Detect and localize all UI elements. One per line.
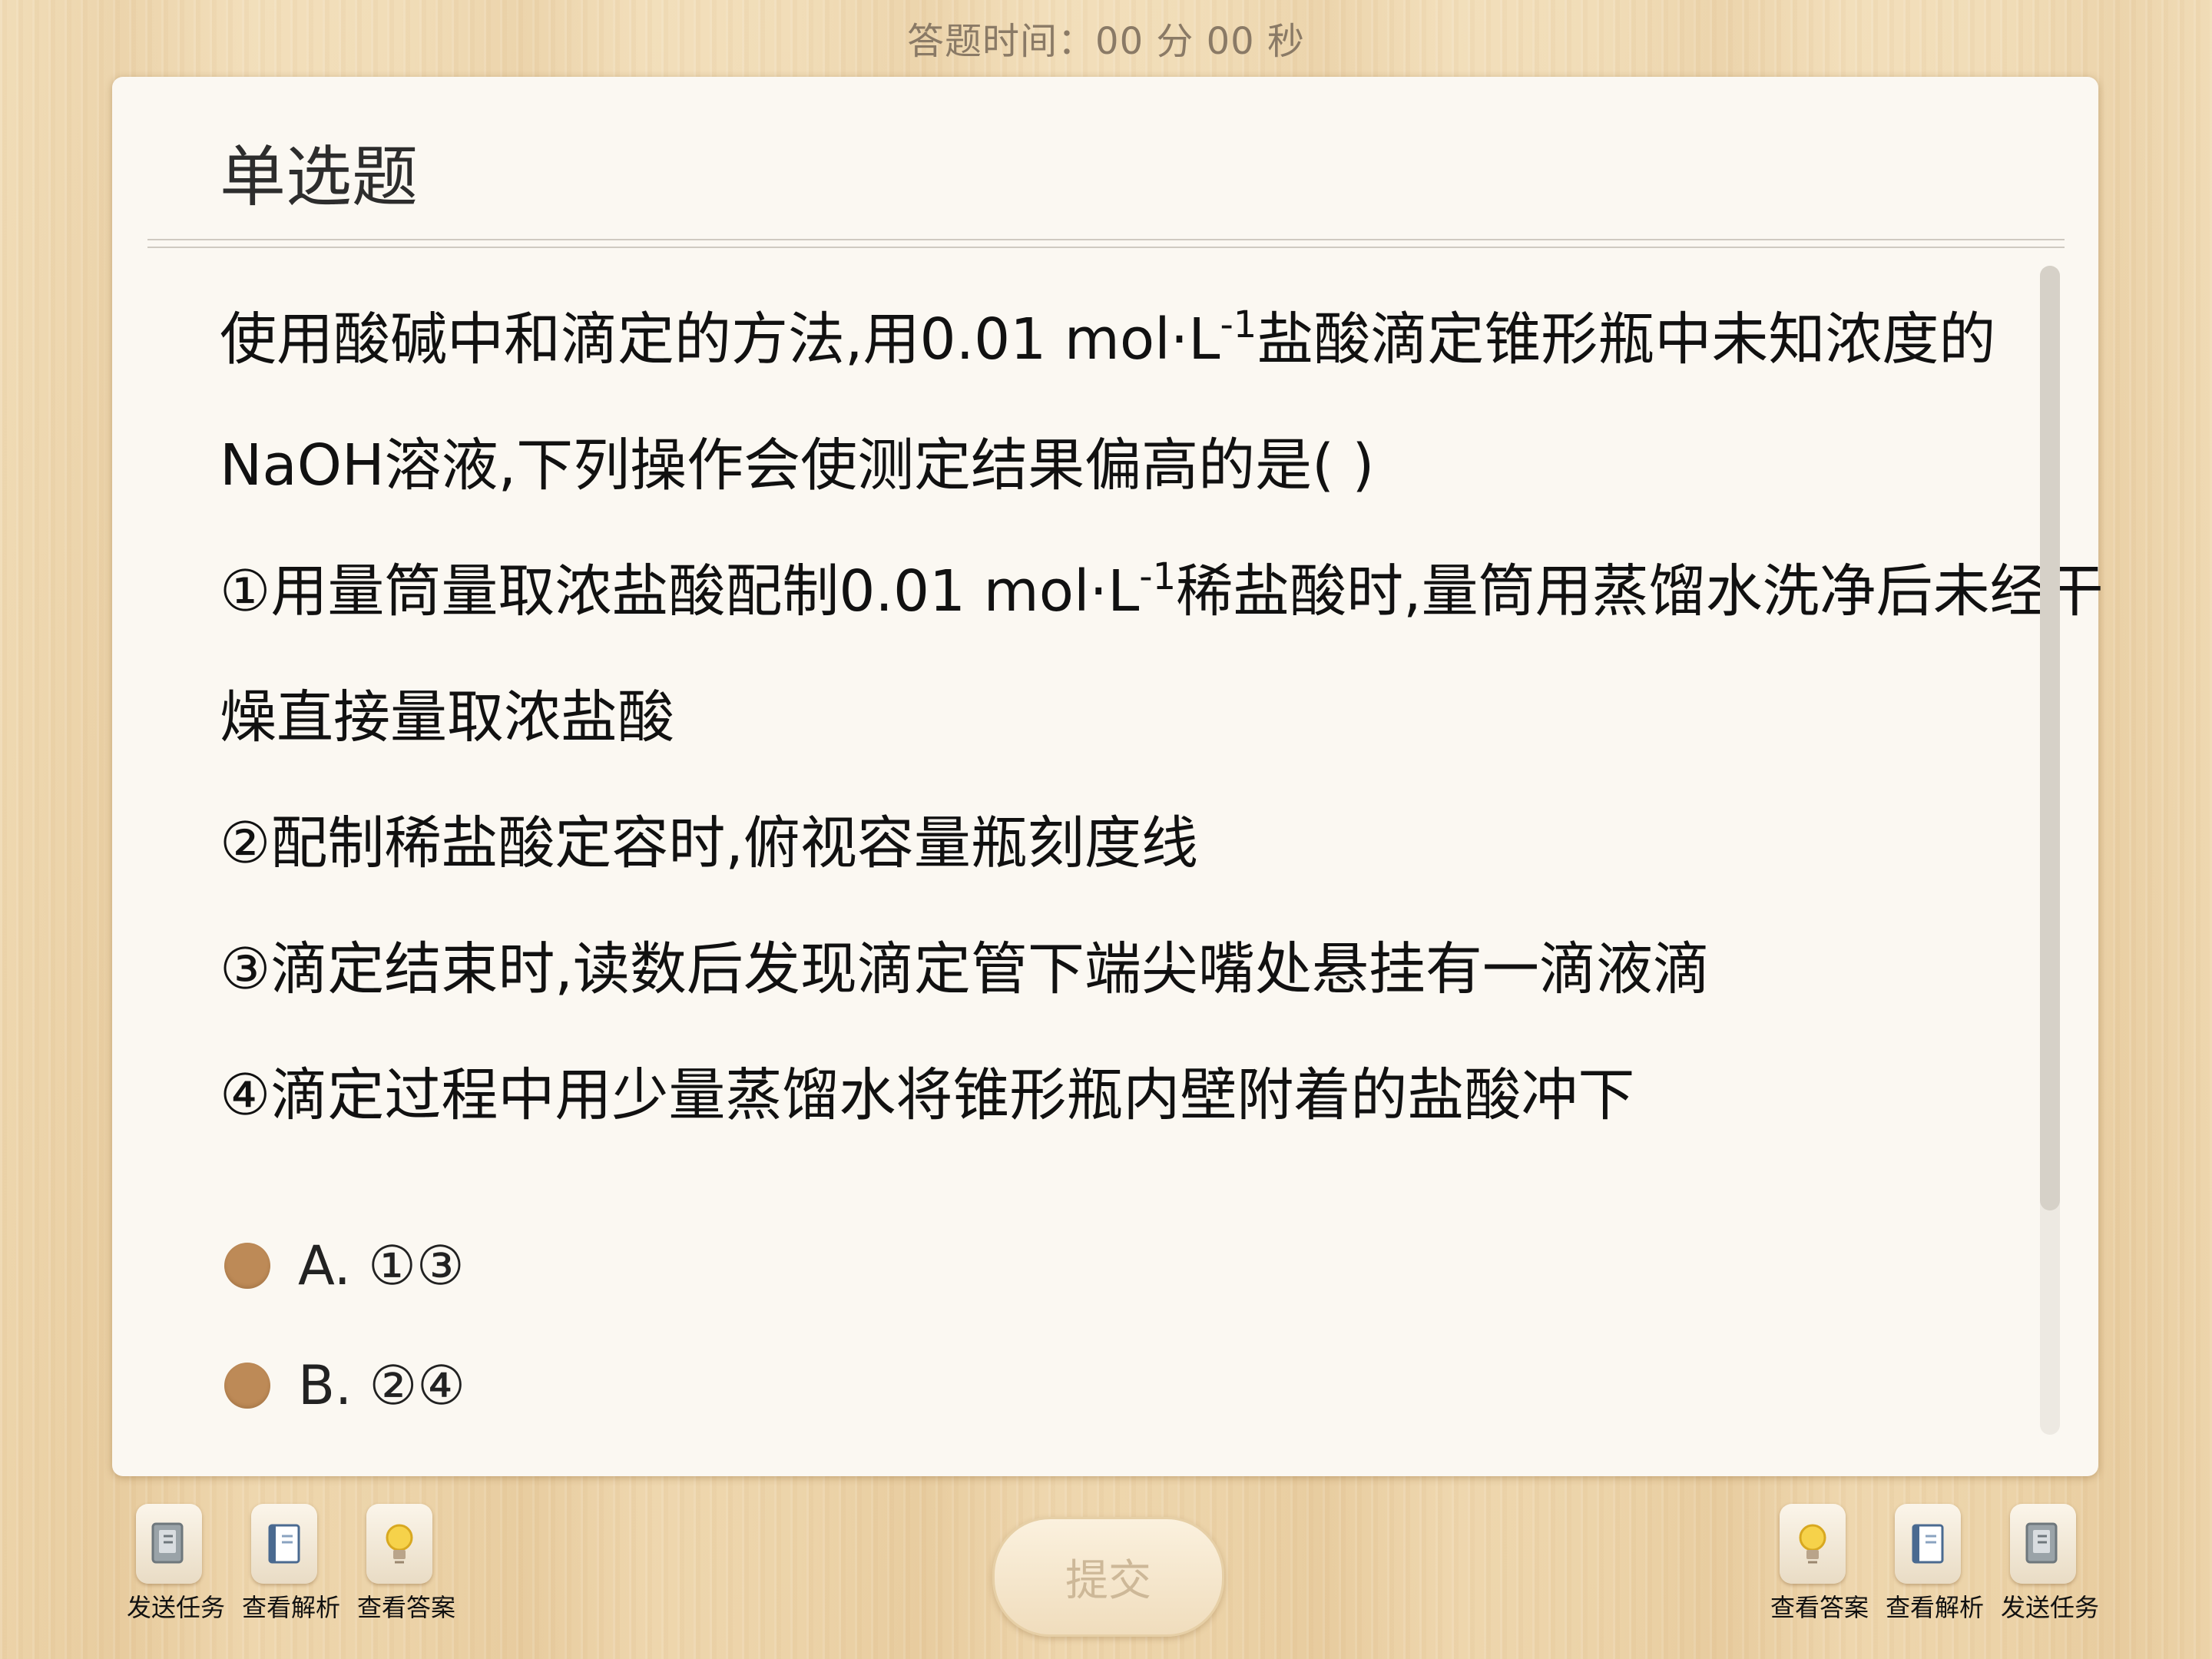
view-answer-button-right[interactable]: 查看答案 bbox=[1770, 1504, 1869, 1624]
title-divider bbox=[147, 239, 2065, 248]
question-line: 使用酸碱中和滴定的方法,用0.01 mol·L-1盐酸滴定锥形瓶中未知浓度的 bbox=[220, 303, 1996, 373]
option-radio-icon[interactable] bbox=[224, 1243, 270, 1289]
question-line: 燥直接量取浓盐酸 bbox=[220, 684, 674, 750]
tool-label: 查看解析 bbox=[242, 1593, 341, 1622]
question-line: ③滴定结束时,读数后发现滴定管下端尖嘴处悬挂有一滴液滴 bbox=[220, 936, 1710, 1002]
tool-label: 查看解析 bbox=[1886, 1593, 1985, 1622]
analysis-book-icon[interactable] bbox=[1895, 1504, 1961, 1584]
question-line: NaOH溶液,下列操作会使测定结果偏高的是( ) bbox=[220, 432, 1375, 498]
option-radio-icon[interactable] bbox=[224, 1363, 270, 1409]
question-line: ①用量筒量取浓盐酸配制0.01 mol·L-1稀盐酸时,量筒用蒸馏水洗净后未经干 bbox=[220, 555, 2104, 624]
scrollbar-thumb[interactable] bbox=[2040, 266, 2060, 1210]
answer-timer: 答题时间：00 分 00 秒 bbox=[907, 20, 1305, 63]
view-analysis-button-right[interactable]: 查看解析 bbox=[1886, 1504, 1985, 1624]
view-answer-button-left[interactable]: 查看答案 bbox=[357, 1504, 456, 1624]
lightbulb-icon[interactable] bbox=[1780, 1504, 1846, 1584]
option-a[interactable]: A. ①③ bbox=[224, 1206, 465, 1326]
view-analysis-button-left[interactable]: 查看解析 bbox=[242, 1504, 341, 1624]
send-task-button-right[interactable]: 发送任务 bbox=[2001, 1504, 2100, 1624]
submit-button[interactable]: 提交 bbox=[992, 1517, 1224, 1637]
tool-label: 发送任务 bbox=[127, 1593, 226, 1622]
content-scrollbar[interactable] bbox=[2040, 266, 2060, 1435]
send-task-icon[interactable] bbox=[2010, 1504, 2076, 1584]
question-stem: 使用酸碱中和滴定的方法,用0.01 mol·L-1盐酸滴定锥形瓶中未知浓度的 N… bbox=[220, 276, 2104, 1158]
option-label: B. ②④ bbox=[298, 1354, 466, 1417]
send-task-icon[interactable] bbox=[136, 1504, 202, 1584]
option-label: A. ①③ bbox=[298, 1234, 465, 1297]
tool-label: 发送任务 bbox=[2001, 1593, 2100, 1622]
question-card: 单选题 使用酸碱中和滴定的方法,用0.01 mol·L-1盐酸滴定锥形瓶中未知浓… bbox=[112, 77, 2104, 1476]
tool-label: 查看答案 bbox=[357, 1593, 456, 1622]
tool-label: 查看答案 bbox=[1770, 1593, 1869, 1622]
analysis-book-icon[interactable] bbox=[251, 1504, 317, 1584]
option-b[interactable]: B. ②④ bbox=[224, 1326, 465, 1445]
question-type-title: 单选题 bbox=[220, 139, 418, 216]
question-line: ④滴定过程中用少量蒸馏水将锥形瓶内壁附着的盐酸冲下 bbox=[220, 1062, 1635, 1128]
lightbulb-icon[interactable] bbox=[366, 1504, 432, 1584]
answer-options: A. ①③ B. ②④ bbox=[224, 1206, 465, 1445]
send-task-button-left[interactable]: 发送任务 bbox=[127, 1504, 226, 1624]
question-line: ②配制稀盐酸定容时,俯视容量瓶刻度线 bbox=[220, 810, 1198, 876]
